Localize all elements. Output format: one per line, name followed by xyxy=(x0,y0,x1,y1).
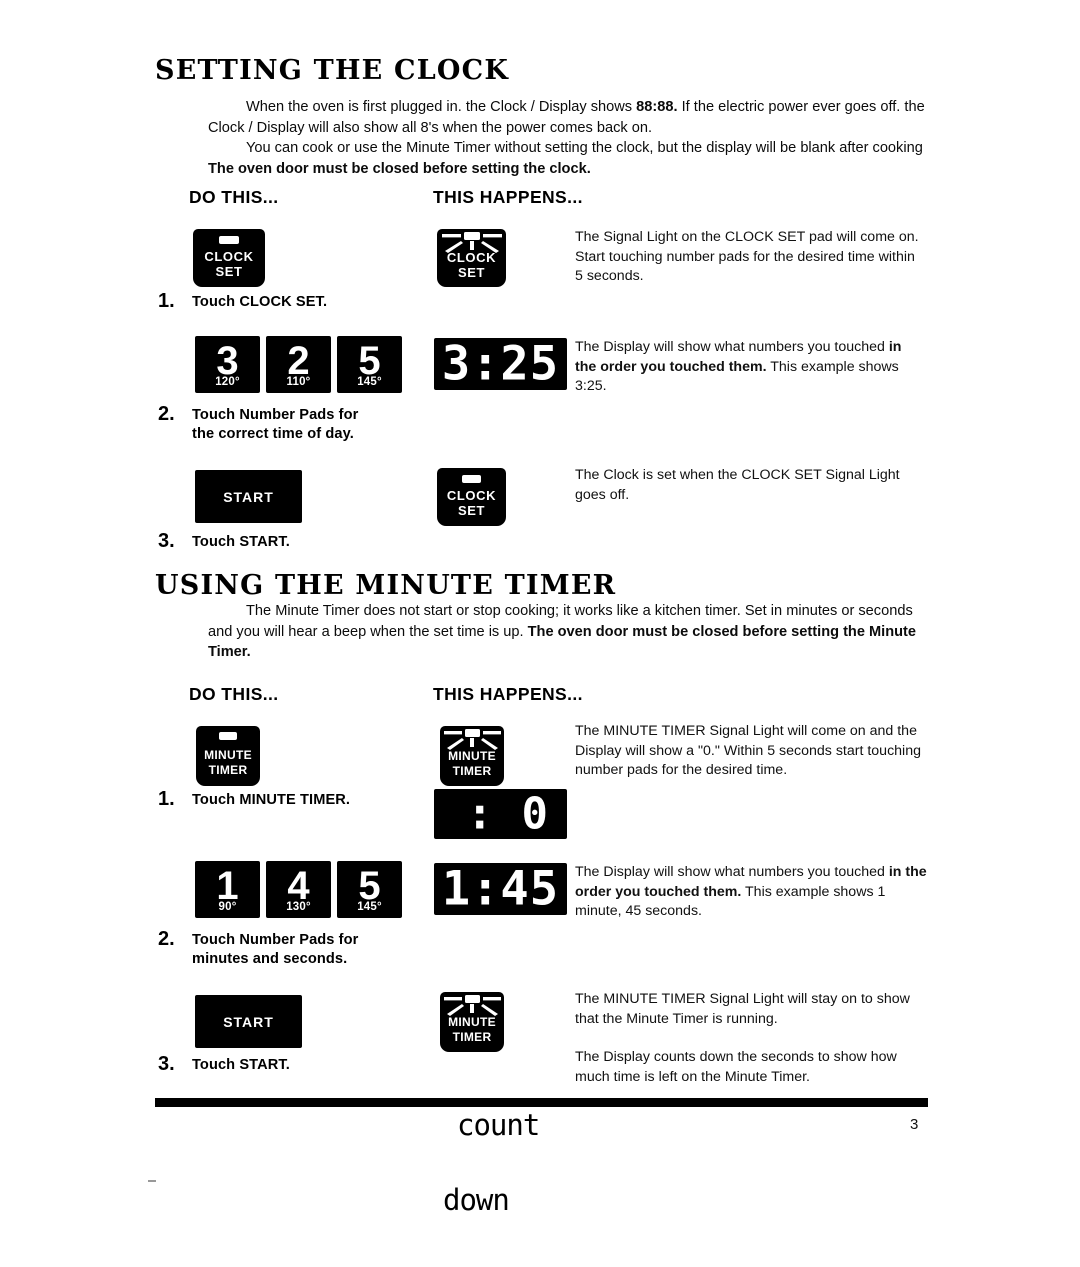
step-number-timer-1: 1. xyxy=(158,788,175,810)
manual-page: SETTING THE CLOCK When the oven is first… xyxy=(0,0,1080,1246)
button-start-timer-label: START xyxy=(223,1013,274,1030)
clock-intro2-text-a: You can cook or use the Minute Timer wit… xyxy=(246,140,923,156)
pad-minute-timer-line2: TIMER xyxy=(208,762,248,777)
step-label-clock-2: Touch Number Pads for the correct time o… xyxy=(192,406,427,444)
step-label-clock-2-line2: the correct time of day. xyxy=(192,426,354,442)
button-start-timer[interactable]: START xyxy=(195,995,302,1048)
signal-light-icon xyxy=(219,236,239,244)
button-start-clock[interactable]: START xyxy=(195,470,302,523)
numpad-clock-3[interactable]: 3 120° xyxy=(195,336,260,393)
pad-minute-timer-line1: MINUTE xyxy=(204,747,252,762)
numpad-timer-4[interactable]: 4 130° xyxy=(266,861,331,918)
page-title-using-the-minute-timer: USING THE MINUTE TIMER xyxy=(155,570,617,601)
desc-timer-step2-a: The Display will show what numbers you t… xyxy=(575,864,889,880)
column-header-do-this-timer: DO THIS... xyxy=(189,684,279,704)
desc-clock-step3: The Clock is set when the CLOCK SET Sign… xyxy=(575,467,900,503)
pad-minute-timer-lit: MINUTE TIMER xyxy=(440,726,504,786)
numpad-clock-5-temp: 145° xyxy=(357,376,382,388)
step-label-timer-1: Touch MINUTE TIMER. xyxy=(192,792,351,808)
pad-minute-timer-running-line1: MINUTE xyxy=(448,1015,496,1029)
pad-minute-timer-lit-line1: MINUTE xyxy=(448,749,496,763)
page-title-setting-the-clock: SETTING THE CLOCK xyxy=(155,55,509,86)
numpad-timer-5[interactable]: 5 145° xyxy=(337,861,402,918)
display-minute-timer-zero-value: : 0 xyxy=(466,789,549,839)
numpad-clock-3-digit: 3 xyxy=(216,339,239,383)
numpad-timer-4-temp: 130° xyxy=(286,901,311,913)
clock-intro2-bold-door: The oven door must be closed before sett… xyxy=(208,160,591,177)
column-header-do-this-clock: DO THIS... xyxy=(189,187,279,207)
desc-timer-step3-secondary: The Display counts down the seconds to s… xyxy=(575,1049,897,1085)
display-timer-time: 1:45 xyxy=(434,863,567,915)
timer-intro-paragraph: The Minute Timer does not start or stop … xyxy=(208,601,930,663)
pad-clock-set-off-line1: CLOCK xyxy=(446,488,497,503)
clock-intro-paragraph-2: You can cook or use the Minute Timer wit… xyxy=(208,138,930,179)
pad-clock-set-off-line2: SET xyxy=(457,503,486,518)
numpad-clock-5[interactable]: 5 145° xyxy=(337,336,402,393)
desc-timer-step1: The MINUTE TIMER Signal Light will come … xyxy=(575,723,921,778)
step-label-clock-2-line1: Touch Number Pads for xyxy=(192,407,359,423)
countdown-graphic-line1: count xyxy=(457,1108,540,1142)
signal-light-icon xyxy=(219,732,237,740)
step-label-timer-2-line2: minutes and seconds. xyxy=(192,951,348,967)
pad-minute-timer-lit-line2: TIMER xyxy=(452,764,492,778)
footer-divider xyxy=(155,1098,928,1107)
pad-minute-timer-running-line2: TIMER xyxy=(452,1030,492,1044)
step-number-clock-3: 3. xyxy=(158,530,175,552)
step-number-timer-2: 2. xyxy=(158,928,175,950)
pad-clock-set-off: CLOCK SET xyxy=(437,468,506,526)
clock-intro-bold-8888: 88:88. xyxy=(636,99,678,115)
numpad-clock-3-temp: 120° xyxy=(215,376,240,388)
numpad-clock-2-temp: 110° xyxy=(286,376,311,388)
step-number-clock-1: 1. xyxy=(158,290,175,312)
display-clock-time: 3:25 xyxy=(434,338,567,390)
numpad-timer-1-temp: 90° xyxy=(218,901,237,913)
step-label-timer-3: Touch START. xyxy=(192,1057,290,1073)
numpad-timer-1[interactable]: 1 90° xyxy=(195,861,260,918)
countdown-graphic-line2: down xyxy=(443,1183,510,1217)
step-number-timer-3: 3. xyxy=(158,1053,175,1075)
numpad-timer-5-digit: 5 xyxy=(358,864,381,908)
pad-minute-timer[interactable]: MINUTE TIMER xyxy=(196,726,260,786)
numpad-timer-1-digit: 1 xyxy=(216,864,239,908)
step-label-timer-2-line1: Touch Number Pads for xyxy=(192,932,359,948)
pad-clock-set-line1: CLOCK xyxy=(204,249,254,264)
pad-clock-set[interactable]: CLOCK SET xyxy=(193,229,265,287)
clock-intro-paragraph-1: When the oven is first plugged in. the C… xyxy=(208,97,930,138)
signal-light-off-icon xyxy=(462,475,481,483)
step-number-clock-2: 2. xyxy=(158,403,175,425)
pad-clock-set-line2: SET xyxy=(215,264,243,279)
step-label-timer-2: Touch Number Pads for minutes and second… xyxy=(192,931,427,969)
pad-clock-set-lit-line1: CLOCK xyxy=(446,250,497,265)
pad-clock-set-lit: CLOCK SET xyxy=(437,229,506,287)
page-number: 3 xyxy=(910,1116,919,1133)
step-label-clock-3: Touch START. xyxy=(192,534,290,550)
numpad-clock-2[interactable]: 2 110° xyxy=(266,336,331,393)
desc-timer-step3: The MINUTE TIMER Signal Light will stay … xyxy=(575,991,910,1027)
step-label-clock-1: Touch CLOCK SET. xyxy=(192,294,328,310)
column-header-this-happens-timer: THIS HAPPENS... xyxy=(433,684,583,704)
numpad-clock-2-digit: 2 xyxy=(287,339,310,383)
numpad-clock-5-digit: 5 xyxy=(358,339,381,383)
display-timer-time-value: 1:45 xyxy=(441,863,559,915)
numpad-timer-4-digit: 4 xyxy=(287,864,310,908)
desc-clock-step1: The Signal Light on the CLOCK SET pad wi… xyxy=(575,229,919,284)
scan-artifact xyxy=(148,1180,156,1182)
numpad-timer-5-temp: 145° xyxy=(357,901,382,913)
pad-clock-set-lit-line2: SET xyxy=(457,265,486,280)
desc-clock-step2-a: The Display will show what numbers you t… xyxy=(575,339,889,355)
column-header-this-happens-clock: THIS HAPPENS... xyxy=(433,187,583,207)
display-clock-time-value: 3:25 xyxy=(441,338,559,390)
desc-clock-step2: The Display will show what numbers you t… xyxy=(575,338,925,397)
clock-intro-text-a: When the oven is first plugged in. the C… xyxy=(246,99,637,115)
pad-minute-timer-running: MINUTE TIMER xyxy=(440,992,504,1052)
display-minute-timer-zero: : 0 xyxy=(434,789,567,839)
countdown-graphic: count down xyxy=(443,1063,540,1263)
desc-timer-step2: The Display will show what numbers you t… xyxy=(575,863,927,922)
button-start-clock-label: START xyxy=(223,488,274,505)
